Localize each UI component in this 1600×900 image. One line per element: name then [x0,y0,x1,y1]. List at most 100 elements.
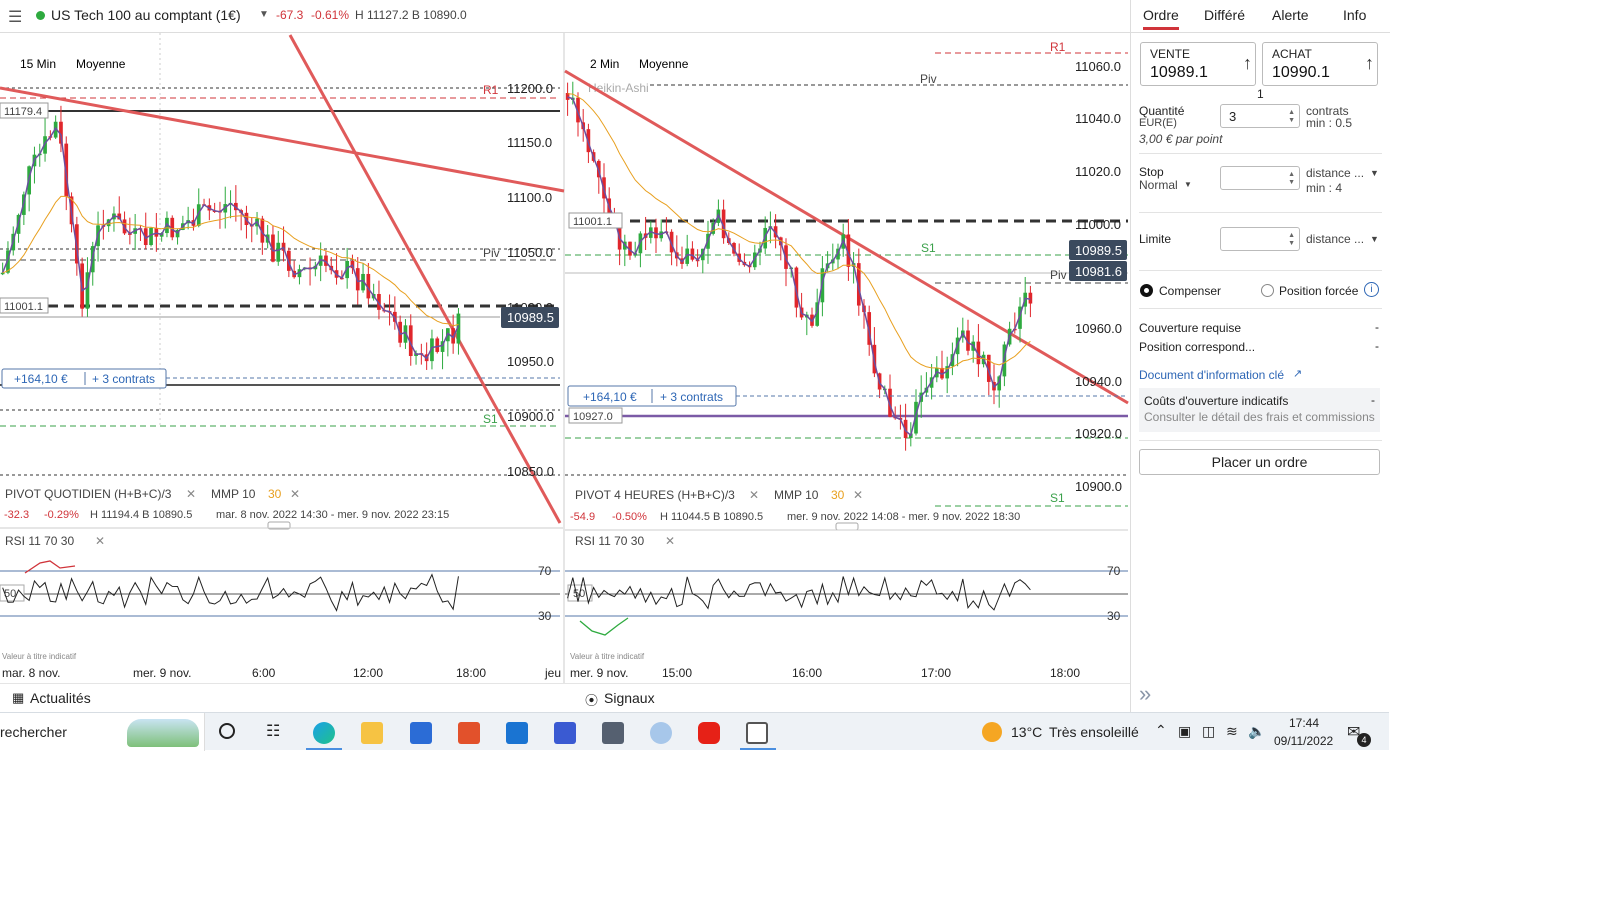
file-explorer-icon[interactable] [361,722,383,744]
quantity-value: 3 [1229,109,1237,124]
right-stat-hb: H 11044.5 B 10890.5 [660,511,763,523]
stop-distance[interactable]: distance ... [1306,166,1364,180]
weather-desc[interactable]: Très ensoleillé [1049,724,1139,740]
close-icon[interactable]: ✕ [749,488,759,502]
forced-position-radio[interactable] [1261,284,1274,297]
kid-document-link[interactable]: Document d'information clé [1139,368,1284,382]
left-price-label: 10950.0 [507,354,554,369]
close-icon[interactable]: ✕ [186,487,196,501]
mail-icon[interactable] [506,722,528,744]
tray-icon[interactable]: ▣ [1178,723,1191,740]
sell-label: VENTE [1150,47,1191,61]
left-x-label: 18:00 [456,666,486,680]
left-avg-label[interactable]: Moyenne [76,57,126,71]
wifi-icon[interactable]: ≋ [1226,723,1238,740]
taskbar-search[interactable]: rechercher [0,713,205,751]
store-icon[interactable] [410,722,432,744]
right-pane-resize-handle[interactable] [835,522,859,531]
right-r1-label: R1 [1050,40,1066,54]
right-piv-label: Piv [1050,268,1067,282]
volume-icon[interactable]: 🔈 [1248,723,1265,740]
calculator-icon[interactable] [602,722,624,744]
limit-input[interactable]: ▲ ▼ [1220,227,1300,251]
right-style-label: Heikin-Ashi [588,81,649,95]
left-mmp-indicator[interactable]: MMP 10 [211,487,256,501]
right-x-label: 17:00 [921,666,951,680]
stop-type[interactable]: Normal [1139,178,1178,192]
info-icon[interactable]: i [1364,282,1379,297]
right-rsi-indicator[interactable]: RSI 11 70 30 [575,534,644,548]
limit-distance[interactable]: distance ... [1306,232,1364,246]
battery-icon[interactable]: ◫ [1202,723,1215,740]
right-avg-label[interactable]: Moyenne [639,57,689,71]
quantity-input[interactable]: 3 ▲ ▼ [1220,104,1300,128]
external-link-icon[interactable]: ↗ [1293,367,1302,380]
charts-area[interactable]: 15 Min Moyenne 11200.0 11150.0 11100.0 1… [0,33,1130,683]
tab-order[interactable]: Ordre [1143,7,1179,30]
chevron-down-icon[interactable]: ▼ [259,9,269,20]
left-rsi-30: 30 [538,609,552,623]
left-mmp-slow: 30 [268,487,282,501]
left-stat-change: -32.3 [4,509,29,521]
compensate-label[interactable]: Compenser [1159,284,1221,298]
trading-app-icon[interactable] [746,722,768,744]
forced-position-label[interactable]: Position forcée [1279,284,1358,298]
task-view-icon[interactable]: ☷ [266,721,280,741]
price-change: -67.3 [276,8,304,22]
tab-news[interactable]: Actualités [30,690,91,706]
edge-browser-icon[interactable] [313,722,335,744]
left-price-label: 11200.0 [507,81,553,96]
clock-date[interactable]: 09/11/2022 [1274,734,1333,748]
left-x-label: 12:00 [353,666,383,680]
quantity-currency: EUR(E) [1139,117,1177,129]
stepper-icon[interactable]: ▲ ▼ [1288,171,1295,187]
double-chevron-right-icon[interactable]: » [1139,681,1151,707]
right-s1-label: S1 [921,241,936,255]
chevron-down-icon[interactable]: ▼ [1184,180,1192,189]
tab-signals[interactable]: Signaux [604,690,655,706]
right-tag-mid: 11001.1 [573,216,612,228]
chevron-up-icon[interactable]: ⌃ [1155,722,1167,739]
close-icon[interactable]: ✕ [665,534,675,548]
paint-icon[interactable] [650,722,672,744]
stepper-icon[interactable]: ▲ ▼ [1288,232,1295,248]
instrument-bar: ☰ US Tech 100 au comptant (1€) ▼ -67.3 -… [0,0,1130,33]
cortana-icon[interactable] [219,723,235,739]
chevron-down-icon[interactable]: ▼ [1370,234,1379,244]
place-order-button[interactable]: Placer un ordre [1139,449,1380,475]
clock-time[interactable]: 17:44 [1289,716,1319,730]
tab-alert[interactable]: Alerte [1272,7,1309,23]
right-x-label: 16:00 [792,666,822,680]
close-icon[interactable]: ✕ [853,488,863,502]
stop-input[interactable]: ▲ ▼ [1220,166,1300,190]
buy-button[interactable]: ACHAT 10990.1 ↑ [1262,42,1378,86]
close-icon[interactable]: ✕ [290,487,300,501]
hamburger-menu-icon[interactable]: ☰ [8,7,22,27]
position-label: Position correspond... [1139,340,1256,354]
left-timeframe[interactable]: 15 Min [20,57,56,71]
stepper-icon[interactable]: ▲ ▼ [1288,109,1295,125]
weather-sun-icon[interactable] [982,722,1002,742]
youtube-icon[interactable] [698,722,720,744]
right-stat-period: mer. 9 nov. 2022 14:08 - mer. 9 nov. 202… [787,511,1020,523]
office-icon[interactable] [458,722,480,744]
margin-label: Couverture requise [1139,321,1242,335]
chevron-down-icon[interactable]: ▼ [1370,168,1379,178]
quantity-label: Quantité [1139,104,1185,118]
tab-info[interactable]: Info [1343,7,1366,23]
right-rsi-70: 70 [1107,564,1121,578]
tab-deferred[interactable]: Différé [1204,7,1245,23]
costs-detail-link[interactable]: Consulter le détail des frais et commiss… [1144,410,1375,424]
right-pivot-indicator[interactable]: PIVOT 4 HEURES (H+B+C)/3 [575,488,735,502]
charts-app-icon[interactable] [554,722,576,744]
left-pivot-indicator[interactable]: PIVOT QUOTIDIEN (H+B+C)/3 [5,487,172,501]
costs-title: Coûts d'ouverture indicatifs [1144,394,1289,408]
compensate-radio[interactable] [1140,284,1153,297]
weather-temp[interactable]: 13°C [1011,724,1042,740]
close-icon[interactable]: ✕ [95,534,105,548]
instrument-name[interactable]: US Tech 100 au comptant (1€) [51,7,241,23]
right-mmp-indicator[interactable]: MMP 10 [774,488,819,502]
sell-button[interactable]: VENTE 10989.1 ↑ [1140,42,1256,86]
right-timeframe[interactable]: 2 Min [590,57,619,71]
left-rsi-indicator[interactable]: RSI 11 70 30 [5,534,74,548]
